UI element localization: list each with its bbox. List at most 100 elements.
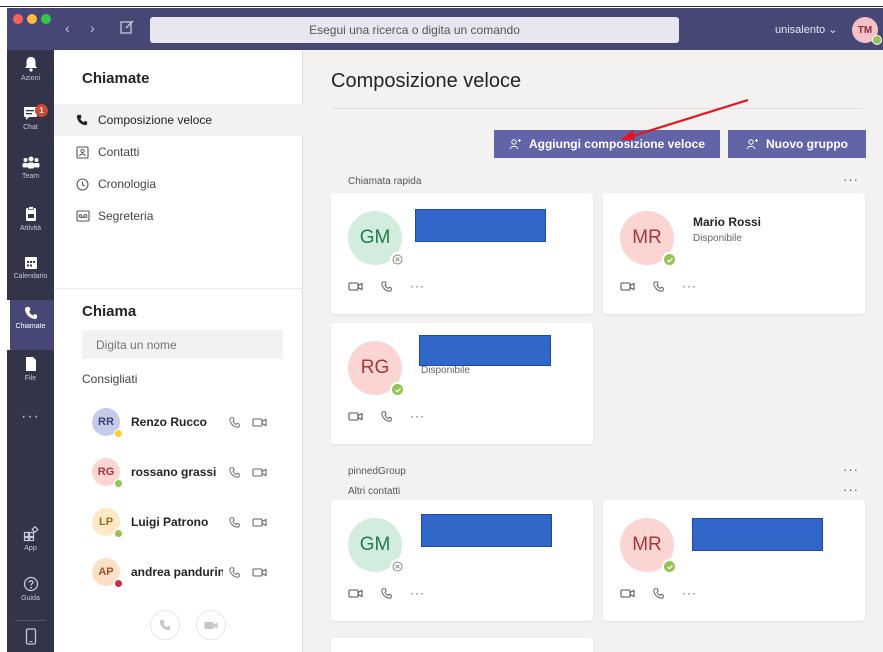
dial-name-input[interactable] bbox=[82, 330, 283, 359]
video-call-icon[interactable] bbox=[252, 567, 267, 578]
more-apps-button[interactable]: ··· bbox=[7, 408, 54, 426]
phone-icon[interactable] bbox=[229, 416, 240, 428]
tenant-switcher[interactable]: unisalento ⌄ bbox=[775, 23, 837, 36]
redacted-name-block bbox=[692, 518, 823, 551]
redacted-name-block bbox=[415, 209, 546, 242]
nav-item-history[interactable]: Cronologia bbox=[54, 168, 303, 200]
divider bbox=[331, 108, 863, 109]
suggested-contact[interactable]: AP andrea pandurino bbox=[92, 554, 292, 590]
apps-icon bbox=[23, 526, 39, 542]
rail-label: Chat bbox=[23, 124, 38, 131]
phone-icon[interactable] bbox=[229, 466, 240, 478]
video-call-button[interactable] bbox=[196, 610, 226, 640]
title-bar: ‹ › Esegui una ricerca o digita un coman… bbox=[7, 8, 883, 50]
rail-label: Guida bbox=[21, 595, 40, 602]
video-call-icon bbox=[204, 621, 218, 629]
speed-dial-card[interactable]: MR Mario Rossi Disponibile ··· bbox=[603, 193, 865, 314]
phone-icon[interactable] bbox=[653, 280, 664, 292]
video-call-icon[interactable] bbox=[348, 411, 363, 422]
video-call-icon[interactable] bbox=[620, 281, 635, 292]
contact-name: Mario Rossi bbox=[693, 215, 762, 229]
annotation-arrow bbox=[620, 98, 749, 140]
phone-icon[interactable] bbox=[229, 566, 240, 578]
rail-item-activity[interactable]: Azioni bbox=[7, 50, 54, 100]
suggested-contact[interactable]: RR Renzo Rucco bbox=[92, 404, 292, 440]
minimize-window-button[interactable] bbox=[27, 14, 37, 24]
nav-item-speed-dial[interactable]: Composizione veloce bbox=[54, 104, 303, 136]
rail-label: Calendario bbox=[13, 273, 48, 280]
more-options-button[interactable]: ··· bbox=[410, 586, 425, 600]
panel-title: Chiamate bbox=[82, 70, 150, 87]
profile-avatar[interactable]: TM bbox=[852, 17, 882, 45]
search-input[interactable]: Esegui una ricerca o digita un comando bbox=[150, 17, 679, 43]
phone-icon[interactable] bbox=[381, 280, 392, 292]
video-call-icon[interactable] bbox=[252, 517, 267, 528]
file-icon bbox=[25, 357, 36, 371]
group-label: pinnedGroup bbox=[348, 466, 406, 477]
back-arrow-icon[interactable]: ‹ bbox=[65, 20, 70, 36]
rail-item-help[interactable]: Guida bbox=[7, 570, 54, 620]
rail-item-calls[interactable]: Chiamate bbox=[7, 300, 54, 350]
phone-icon[interactable] bbox=[381, 410, 392, 422]
avatar-initials: MR bbox=[632, 534, 662, 555]
phone-icon[interactable] bbox=[229, 516, 240, 528]
phone-icon[interactable] bbox=[653, 587, 664, 599]
avatar-initials: GM bbox=[359, 227, 391, 248]
suggested-contact[interactable]: RG rossano grassi bbox=[92, 454, 292, 490]
mobile-app-button[interactable] bbox=[15, 620, 46, 652]
maximize-window-button[interactable] bbox=[41, 14, 51, 24]
nav-label: Cronologia bbox=[98, 177, 157, 191]
nav-item-voicemail[interactable]: Segreteria bbox=[54, 200, 303, 232]
speed-dial-card[interactable]: RG Disponibile ··· bbox=[331, 323, 593, 444]
more-options-button[interactable]: ··· bbox=[410, 409, 425, 423]
speed-dial-card[interactable] bbox=[331, 638, 593, 652]
video-call-icon[interactable] bbox=[252, 467, 267, 478]
speed-dial-card[interactable]: MR ··· bbox=[603, 500, 865, 621]
page-title: Composizione veloce bbox=[331, 70, 522, 92]
calls-nav: Composizione veloce Contatti Cronologia … bbox=[54, 104, 303, 232]
presence-offline-icon bbox=[390, 559, 405, 574]
avatar: AP bbox=[92, 558, 123, 588]
rail-label: Attività bbox=[19, 225, 41, 232]
voicemail-icon bbox=[76, 210, 92, 222]
rail-item-assignments[interactable]: Attività bbox=[7, 200, 54, 250]
screenshot-border bbox=[0, 0, 883, 7]
video-call-icon[interactable] bbox=[348, 281, 363, 292]
presence-available-icon bbox=[662, 559, 677, 574]
avatar-initials: LP bbox=[98, 516, 114, 528]
video-call-icon[interactable] bbox=[252, 417, 267, 428]
more-options-button[interactable]: ··· bbox=[410, 279, 425, 293]
phone-icon[interactable] bbox=[381, 587, 392, 599]
more-options-button[interactable]: ··· bbox=[682, 586, 697, 600]
compose-icon[interactable] bbox=[119, 19, 135, 35]
speed-dial-card[interactable]: GM ··· bbox=[331, 193, 593, 314]
group-more-button[interactable]: ··· bbox=[843, 462, 859, 477]
bell-icon bbox=[24, 57, 37, 72]
video-call-icon[interactable] bbox=[348, 588, 363, 599]
avatar: LP bbox=[92, 508, 123, 538]
avatar: MR bbox=[620, 518, 677, 574]
rail-item-calendar[interactable]: Calendario bbox=[7, 250, 54, 300]
teams-window: ‹ › Esegui una ricerca o digita un coman… bbox=[7, 8, 883, 652]
audio-call-button[interactable] bbox=[150, 610, 180, 640]
nav-item-contacts[interactable]: Contatti bbox=[54, 136, 303, 168]
call-section-title: Chiama bbox=[82, 303, 137, 320]
avatar: MR bbox=[620, 211, 677, 267]
close-window-button[interactable] bbox=[13, 14, 23, 24]
group-more-button[interactable]: ··· bbox=[843, 172, 859, 187]
group-more-button[interactable]: ··· bbox=[843, 482, 859, 497]
rail-item-teams[interactable]: Team bbox=[7, 150, 54, 200]
rail-item-apps[interactable]: App bbox=[7, 520, 54, 570]
forward-arrow-icon[interactable]: › bbox=[90, 20, 95, 36]
avatar-initials: GM bbox=[359, 534, 391, 555]
rail-item-chat[interactable]: 1 Chat bbox=[7, 100, 54, 150]
rail-item-files[interactable]: File bbox=[7, 350, 54, 400]
presence-available-icon bbox=[114, 529, 123, 538]
speed-dial-card[interactable]: GM ··· bbox=[331, 500, 593, 621]
suggested-contact[interactable]: LP Luigi Patrono bbox=[92, 504, 292, 540]
presence-available-icon bbox=[114, 479, 123, 488]
more-options-button[interactable]: ··· bbox=[682, 279, 697, 293]
avatar-initials: RR bbox=[98, 416, 114, 428]
rail-label: Azioni bbox=[20, 75, 41, 82]
video-call-icon[interactable] bbox=[620, 588, 635, 599]
